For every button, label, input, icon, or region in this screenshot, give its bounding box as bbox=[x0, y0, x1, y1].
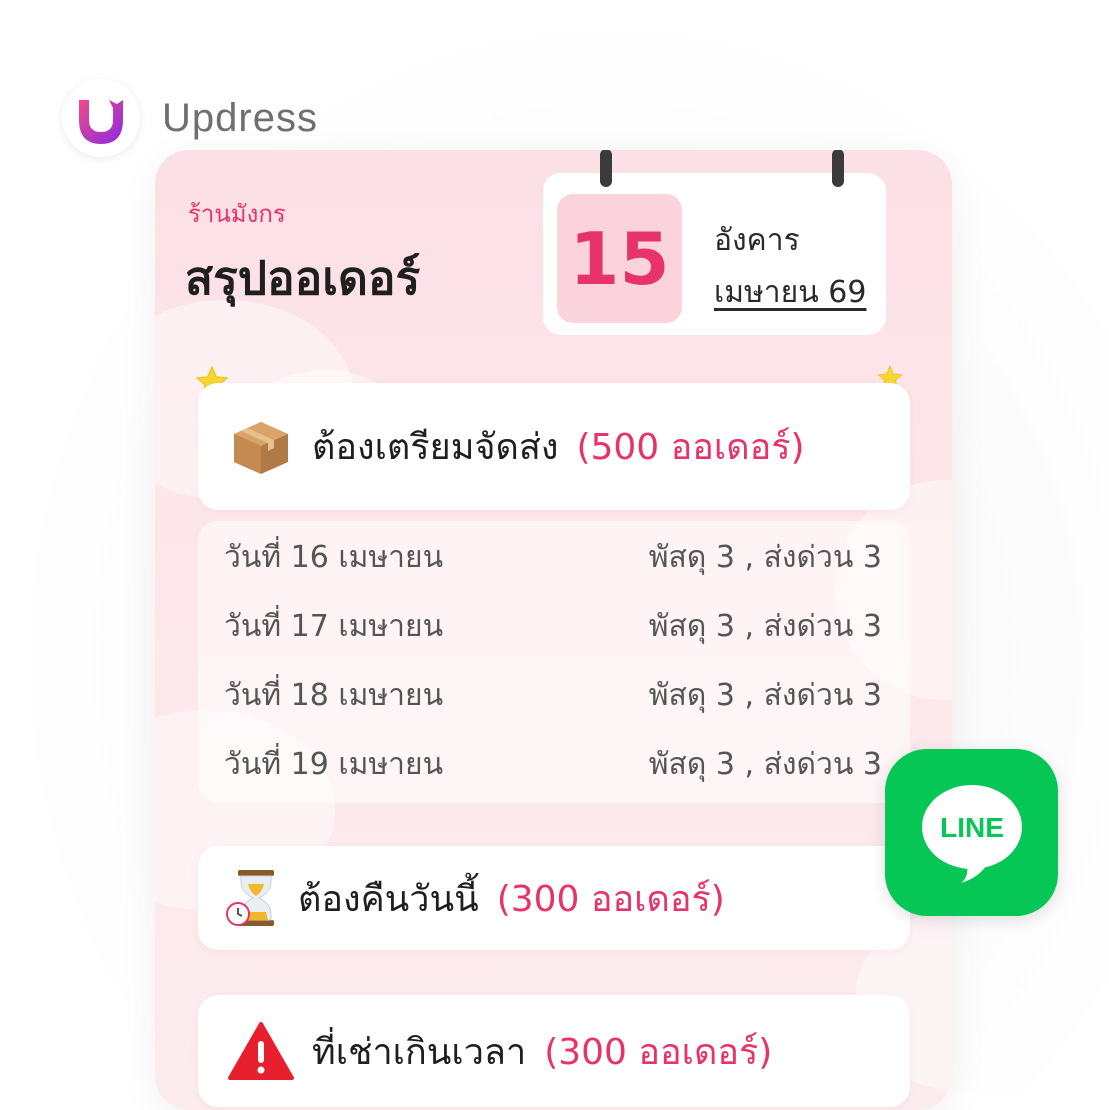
list-item: วันที่ 16 เมษายน พัสดุ 3 , ส่งด่วน 3 bbox=[224, 537, 882, 577]
section-return-today[interactable]: ต้องคืนวันนี้ (300 ออเดอร์) bbox=[198, 846, 910, 950]
calendar-hook bbox=[600, 150, 612, 187]
hourglass-icon bbox=[226, 868, 282, 928]
schedule-detail: พัสดุ 3 , ส่งด่วน 3 bbox=[648, 608, 882, 644]
line-app-icon[interactable]: LINE bbox=[885, 749, 1058, 916]
schedule-date: วันที่ 17 เมษายน bbox=[224, 608, 444, 644]
list-item: วันที่ 18 เมษายน พัสดุ 3 , ส่งด่วน 3 bbox=[224, 675, 882, 715]
brand-header: Updress bbox=[62, 78, 318, 158]
section-prepare-shipping[interactable]: ต้องเตรียมจัดส่ง (500 ออเดอร์) bbox=[198, 383, 910, 510]
list-item: วันที่ 19 เมษายน พัสดุ 3 , ส่งด่วน 3 bbox=[224, 744, 882, 784]
section-prepare-count: (500 ออเดอร์) bbox=[576, 427, 805, 468]
section-overdue-rental[interactable]: ที่เช่าเกินเวลา (300 ออเดอร์) bbox=[198, 995, 910, 1107]
section-return-count: (300 ออเดอร์) bbox=[496, 878, 725, 920]
calendar-day: 15 bbox=[557, 194, 682, 323]
schedule-detail: พัสดุ 3 , ส่งด่วน 3 bbox=[648, 746, 882, 782]
brand-name: Updress bbox=[162, 95, 318, 140]
shipping-schedule-list: วันที่ 16 เมษายน พัสดุ 3 , ส่งด่วน 3 วัน… bbox=[198, 521, 910, 803]
package-icon bbox=[228, 414, 294, 480]
line-badge-text: LINE bbox=[940, 812, 1004, 843]
schedule-detail: พัสดุ 3 , ส่งด่วน 3 bbox=[648, 677, 882, 713]
warning-icon bbox=[228, 1021, 294, 1081]
schedule-date: วันที่ 18 เมษายน bbox=[224, 677, 444, 713]
page-title: สรุปออเดอร์ bbox=[185, 251, 421, 305]
list-item: วันที่ 17 เมษายน พัสดุ 3 , ส่งด่วน 3 bbox=[224, 606, 882, 646]
order-summary-card: ร้านมังกร สรุปออเดอร์ 15 อังคาร เมษายน 6… bbox=[155, 150, 952, 1110]
date-calendar: 15 อังคาร เมษายน 69 bbox=[543, 150, 886, 335]
updress-logo-icon bbox=[62, 79, 140, 157]
schedule-date: วันที่ 16 เมษายน bbox=[224, 539, 444, 575]
calendar-hook bbox=[832, 150, 844, 187]
calendar-month-year[interactable]: เมษายน 69 bbox=[714, 269, 866, 316]
section-overdue-count: (300 ออเดอร์) bbox=[544, 1031, 773, 1073]
shop-name: ร้านมังกร bbox=[188, 200, 286, 228]
schedule-date: วันที่ 19 เมษายน bbox=[224, 746, 444, 782]
schedule-detail: พัสดุ 3 , ส่งด่วน 3 bbox=[648, 539, 882, 575]
section-prepare-label: ต้องเตรียมจัดส่ง bbox=[312, 427, 559, 468]
calendar-weekday: อังคาร bbox=[714, 223, 800, 258]
line-speech-bubble-icon: LINE bbox=[921, 784, 1022, 883]
section-return-label: ต้องคืนวันนี้ bbox=[298, 878, 479, 920]
section-overdue-label: ที่เช่าเกินเวลา bbox=[312, 1031, 527, 1073]
